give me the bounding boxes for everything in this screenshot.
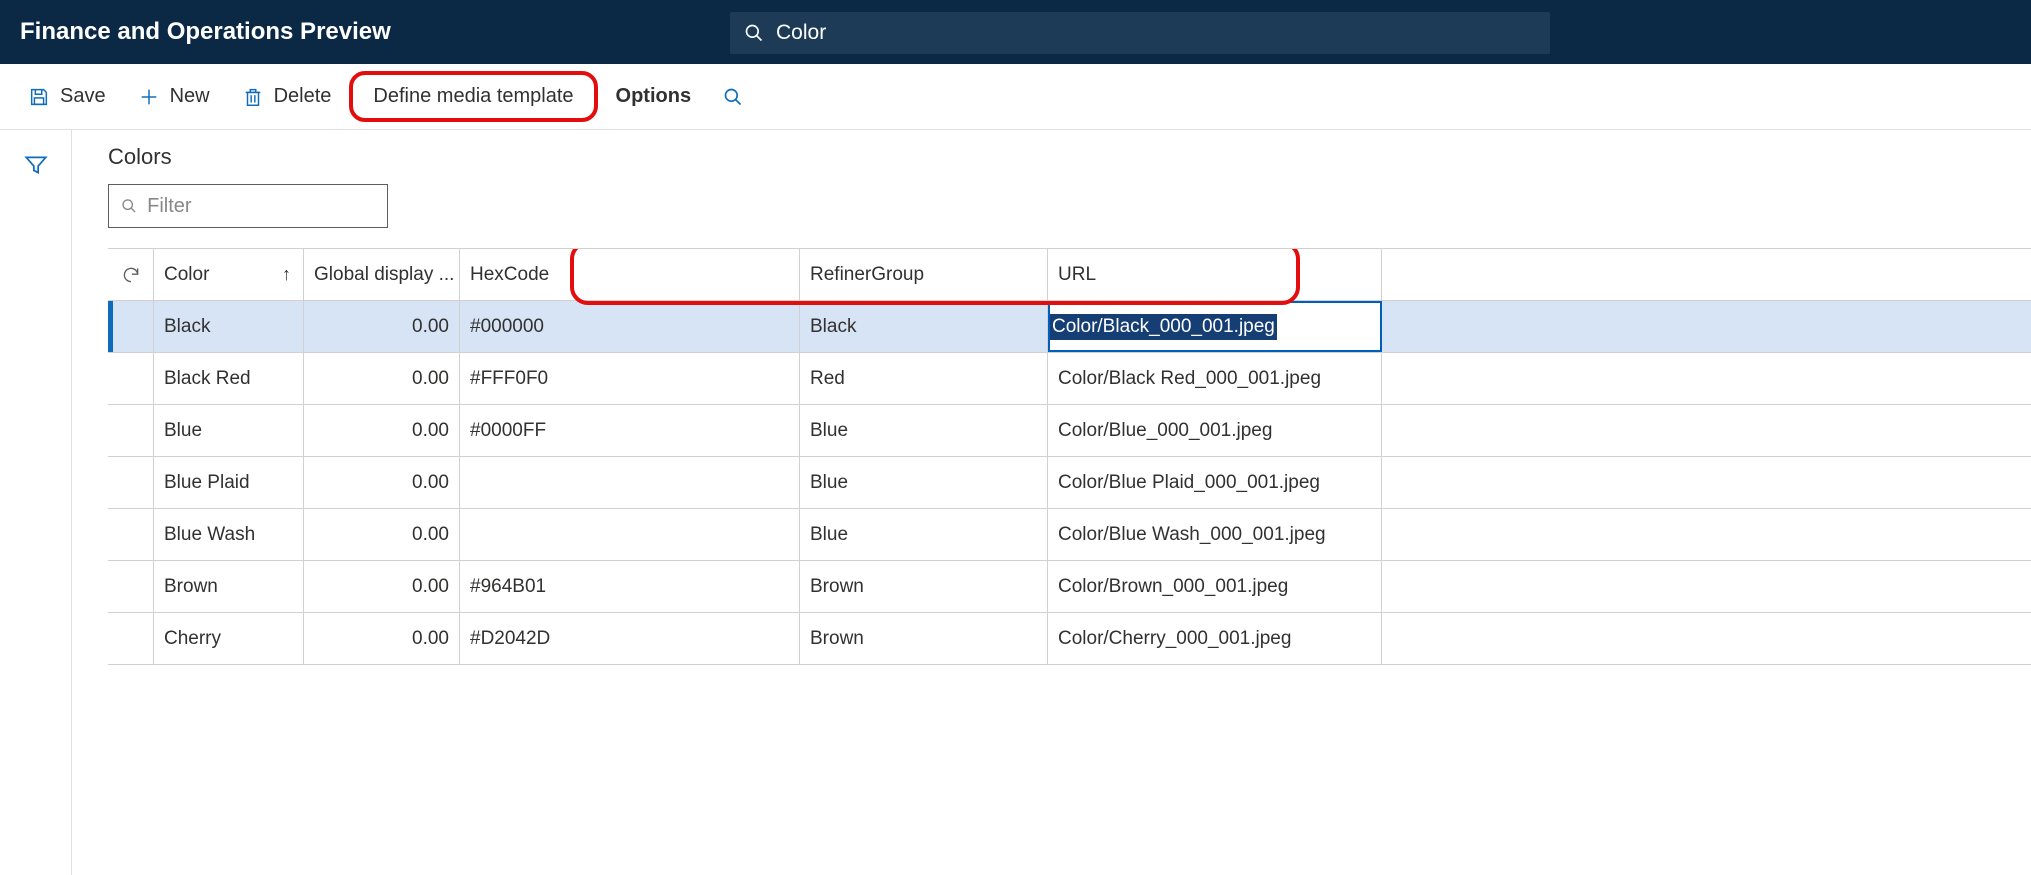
- header-hexcode[interactable]: HexCode: [460, 249, 800, 300]
- cell-refiner-group[interactable]: Brown: [800, 561, 1048, 612]
- search-icon: [121, 197, 137, 215]
- define-media-template-button[interactable]: Define media template: [349, 71, 597, 122]
- table-row[interactable]: Blue Wash0.00 BlueColor/Blue Wash_000_001…: [108, 509, 2031, 561]
- header-global-display[interactable]: Global display ...: [304, 249, 460, 300]
- cell-hexcode[interactable]: #0000FF: [460, 405, 800, 456]
- cell-url[interactable]: Color/Black Red_000_001.jpeg: [1048, 353, 1382, 404]
- cell-url[interactable]: Color/Blue Plaid_000_001.jpeg: [1048, 457, 1382, 508]
- row-marker-cell[interactable]: [113, 301, 154, 352]
- row-marker-cell[interactable]: [108, 613, 154, 664]
- action-bar: Save New Delete Define media template Op…: [0, 64, 2031, 130]
- grid-header-row: Color ↑ Global display ... HexCode Refin…: [108, 249, 2031, 301]
- global-search[interactable]: [730, 12, 1550, 54]
- plus-icon: [138, 86, 160, 108]
- page-title: Colors: [108, 144, 2031, 170]
- cell-url-value: Color/Black_000_001.jpeg: [1050, 314, 1277, 340]
- save-button[interactable]: Save: [14, 77, 120, 116]
- refresh-icon: [121, 265, 141, 285]
- quick-filter-input[interactable]: [147, 195, 375, 218]
- cell-color[interactable]: Black Red: [154, 353, 304, 404]
- cell-refiner-group[interactable]: Blue: [800, 509, 1048, 560]
- cell-hexcode[interactable]: #FFF0F0: [460, 353, 800, 404]
- cell-color[interactable]: Blue: [154, 405, 304, 456]
- row-marker-cell[interactable]: [108, 353, 154, 404]
- global-search-input[interactable]: [776, 21, 1536, 45]
- header-refiner-group[interactable]: RefinerGroup: [800, 249, 1048, 300]
- cell-global-display[interactable]: 0.00: [304, 301, 460, 352]
- side-panel: [0, 130, 72, 875]
- search-icon: [723, 87, 743, 107]
- table-row[interactable]: Brown0.00#964B01BrownColor/Brown_000_001…: [108, 561, 2031, 613]
- row-marker-cell[interactable]: [108, 405, 154, 456]
- funnel-icon: [23, 152, 49, 178]
- new-label: New: [170, 85, 210, 108]
- header-url[interactable]: URL: [1048, 249, 1382, 300]
- cell-global-display[interactable]: 0.00: [304, 561, 460, 612]
- header-refiner-label: RefinerGroup: [810, 264, 924, 286]
- quick-filter[interactable]: [108, 184, 388, 228]
- data-grid: Color ↑ Global display ... HexCode Refin…: [108, 248, 2031, 665]
- table-row[interactable]: Black0.00#000000BlackColor/Black_000_001…: [108, 301, 2031, 353]
- action-search-button[interactable]: [709, 79, 757, 115]
- options-label: Options: [616, 85, 692, 108]
- cell-url[interactable]: Color/Blue_000_001.jpeg: [1048, 405, 1382, 456]
- cell-url[interactable]: Color/Blue Wash_000_001.jpeg: [1048, 509, 1382, 560]
- cell-refiner-group[interactable]: Red: [800, 353, 1048, 404]
- cell-refiner-group[interactable]: Black: [800, 301, 1048, 352]
- cell-refiner-group[interactable]: Blue: [800, 405, 1048, 456]
- table-row[interactable]: Cherry0.00#D2042DBrownColor/Cherry_000_0…: [108, 613, 2031, 665]
- row-marker-cell[interactable]: [108, 561, 154, 612]
- cell-global-display[interactable]: 0.00: [304, 405, 460, 456]
- cell-color[interactable]: Black: [154, 301, 304, 352]
- header-global-display-label: Global display ...: [314, 264, 454, 286]
- define-media-template-label: Define media template: [373, 85, 573, 108]
- cell-global-display[interactable]: 0.00: [304, 353, 460, 404]
- header-url-label: URL: [1058, 264, 1096, 286]
- cell-color[interactable]: Blue Plaid: [154, 457, 304, 508]
- cell-url[interactable]: Color/Brown_000_001.jpeg: [1048, 561, 1382, 612]
- cell-refiner-group[interactable]: Blue: [800, 457, 1048, 508]
- header-hexcode-label: HexCode: [470, 264, 549, 286]
- cell-hexcode[interactable]: [460, 509, 800, 560]
- table-row[interactable]: Black Red0.00#FFF0F0RedColor/Black Red_0…: [108, 353, 2031, 405]
- cell-url[interactable]: Color/Cherry_000_001.jpeg: [1048, 613, 1382, 664]
- cell-global-display[interactable]: 0.00: [304, 457, 460, 508]
- delete-button[interactable]: Delete: [228, 77, 346, 116]
- save-icon: [28, 86, 50, 108]
- app-title: Finance and Operations Preview: [20, 18, 391, 46]
- search-icon: [744, 23, 764, 43]
- table-row[interactable]: Blue Plaid0.00 BlueColor/Blue Plaid_000_0…: [108, 457, 2031, 509]
- row-marker-cell[interactable]: [108, 509, 154, 560]
- cell-hexcode[interactable]: #964B01: [460, 561, 800, 612]
- cell-color[interactable]: Blue Wash: [154, 509, 304, 560]
- filter-pane-button[interactable]: [15, 144, 57, 875]
- cell-hexcode[interactable]: [460, 457, 800, 508]
- cell-global-display[interactable]: 0.00: [304, 509, 460, 560]
- header-color-label: Color: [164, 264, 209, 286]
- delete-label: Delete: [274, 85, 332, 108]
- refresh-column-button[interactable]: [108, 249, 154, 300]
- row-marker-cell[interactable]: [108, 457, 154, 508]
- cell-hexcode[interactable]: #D2042D: [460, 613, 800, 664]
- options-button[interactable]: Options: [602, 77, 706, 116]
- cell-refiner-group[interactable]: Brown: [800, 613, 1048, 664]
- cell-color[interactable]: Brown: [154, 561, 304, 612]
- table-row[interactable]: Blue0.00#0000FFBlueColor/Blue_000_001.jp…: [108, 405, 2031, 457]
- cell-color[interactable]: Cherry: [154, 613, 304, 664]
- cell-url[interactable]: Color/Black_000_001.jpeg: [1048, 301, 1382, 352]
- header-color[interactable]: Color ↑: [154, 249, 304, 300]
- cell-global-display[interactable]: 0.00: [304, 613, 460, 664]
- content-area: Colors Color ↑ Global display: [72, 130, 2031, 875]
- new-button[interactable]: New: [124, 77, 224, 116]
- sort-asc-icon: ↑: [282, 264, 291, 285]
- save-label: Save: [60, 85, 106, 108]
- cell-hexcode[interactable]: #000000: [460, 301, 800, 352]
- topbar: Finance and Operations Preview: [0, 0, 2031, 64]
- trash-icon: [242, 86, 264, 108]
